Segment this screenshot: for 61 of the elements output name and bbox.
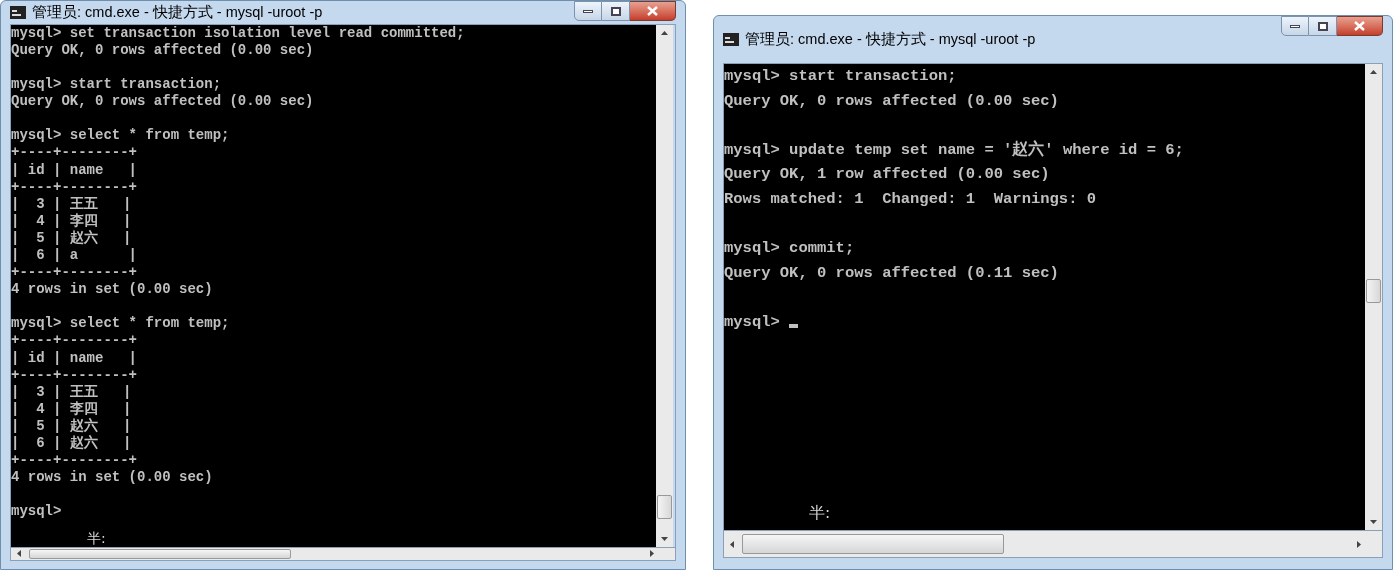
- horizontal-scroll-thumb[interactable]: [29, 549, 291, 559]
- console-line: | 6 | a |: [11, 247, 138, 265]
- console-line: 4 rows in set (0.00 sec): [11, 281, 213, 299]
- maximize-button[interactable]: [602, 1, 630, 21]
- console-line: Query OK, 0 rows affected (0.00 sec): [11, 41, 314, 59]
- console-line: Query OK, 0 rows affected (0.00 sec): [11, 93, 314, 111]
- console-line: | 3 | 王五 |: [11, 383, 132, 401]
- console-line: mysql> select * from temp;: [11, 315, 230, 333]
- console-line: Query OK, 0 rows affected (0.11 sec): [724, 262, 1059, 284]
- console-line: | 4 | 李四 |: [11, 400, 132, 418]
- horizontal-scroll-thumb[interactable]: [742, 533, 1004, 555]
- console-line: | 5 | 赵六 |: [11, 229, 132, 247]
- console-line: | 3 | 王五 |: [11, 195, 132, 213]
- scroll-up-icon: [1370, 70, 1377, 74]
- console-line: | 4 | 李四 |: [11, 212, 132, 230]
- scroll-thumb[interactable]: [657, 494, 672, 519]
- vertical-scrollbar[interactable]: [656, 24, 673, 547]
- maximize-button[interactable]: [1309, 16, 1337, 36]
- console-line: | id | name |: [11, 349, 138, 367]
- console-line: mysql> commit;: [724, 238, 855, 260]
- console-line: Query OK, 0 rows affected (0.00 sec): [724, 90, 1059, 112]
- console-line: +----+--------+: [11, 264, 138, 282]
- console-line: mysql> update temp set name = '赵六' where id = 6;: [724, 139, 1184, 161]
- input-mode-indicator: 半:: [87, 529, 106, 547]
- console-line: | 5 | 赵六 |: [11, 417, 132, 435]
- close-button[interactable]: [1337, 16, 1383, 36]
- scroll-left-icon: [730, 540, 734, 548]
- console-line: mysql> start transaction;: [724, 66, 957, 87]
- console-line: mysql> set transaction isolation level read committed;: [11, 24, 465, 42]
- console-line: +----+--------+: [11, 178, 138, 196]
- console-line: mysql> start transaction;: [11, 76, 222, 94]
- terminal-icon: [10, 5, 26, 19]
- scroll-down-icon: [661, 536, 668, 541]
- minimize-button[interactable]: [574, 1, 602, 21]
- input-mode-indicator: 半:: [809, 503, 831, 525]
- close-button[interactable]: [630, 1, 676, 21]
- scroll-down-icon: [1370, 520, 1377, 524]
- close-icon: [1354, 21, 1365, 31]
- minimize-button[interactable]: [1281, 16, 1309, 36]
- console-line: +----+--------+: [11, 452, 138, 470]
- scroll-left-icon: [17, 550, 21, 558]
- console-line: | 6 | 赵六 |: [11, 435, 132, 453]
- console-line: +----+--------+: [11, 332, 138, 350]
- close-icon: [647, 6, 658, 16]
- vertical-scrollbar[interactable]: [1365, 64, 1382, 530]
- window-title: 管理员: cmd.exe - 快捷方式 - mysql -uroot -p: [32, 2, 323, 22]
- scroll-right-icon: [1357, 540, 1361, 548]
- console-line: Query OK, 1 row affected (0.00 sec): [724, 164, 1050, 186]
- console-line: mysql> select * from temp;: [11, 127, 230, 145]
- scroll-thumb[interactable]: [1366, 279, 1381, 303]
- scroll-up-icon: [661, 30, 668, 35]
- console-line: mysql>: [11, 503, 62, 521]
- console-line: 4 rows in set (0.00 sec): [11, 469, 213, 487]
- console-line: +----+--------+: [11, 366, 138, 384]
- console-line: mysql>: [724, 311, 780, 333]
- window-title: 管理员: cmd.exe - 快捷方式 - mysql -uroot -p: [745, 29, 1036, 49]
- console-line: +----+--------+: [11, 144, 138, 162]
- terminal-icon: [723, 33, 739, 46]
- console-line: Rows matched: 1 Changed: 1 Warnings: 0: [724, 188, 1097, 210]
- scroll-right-icon: [650, 550, 654, 558]
- console-line: | id | name |: [11, 161, 138, 179]
